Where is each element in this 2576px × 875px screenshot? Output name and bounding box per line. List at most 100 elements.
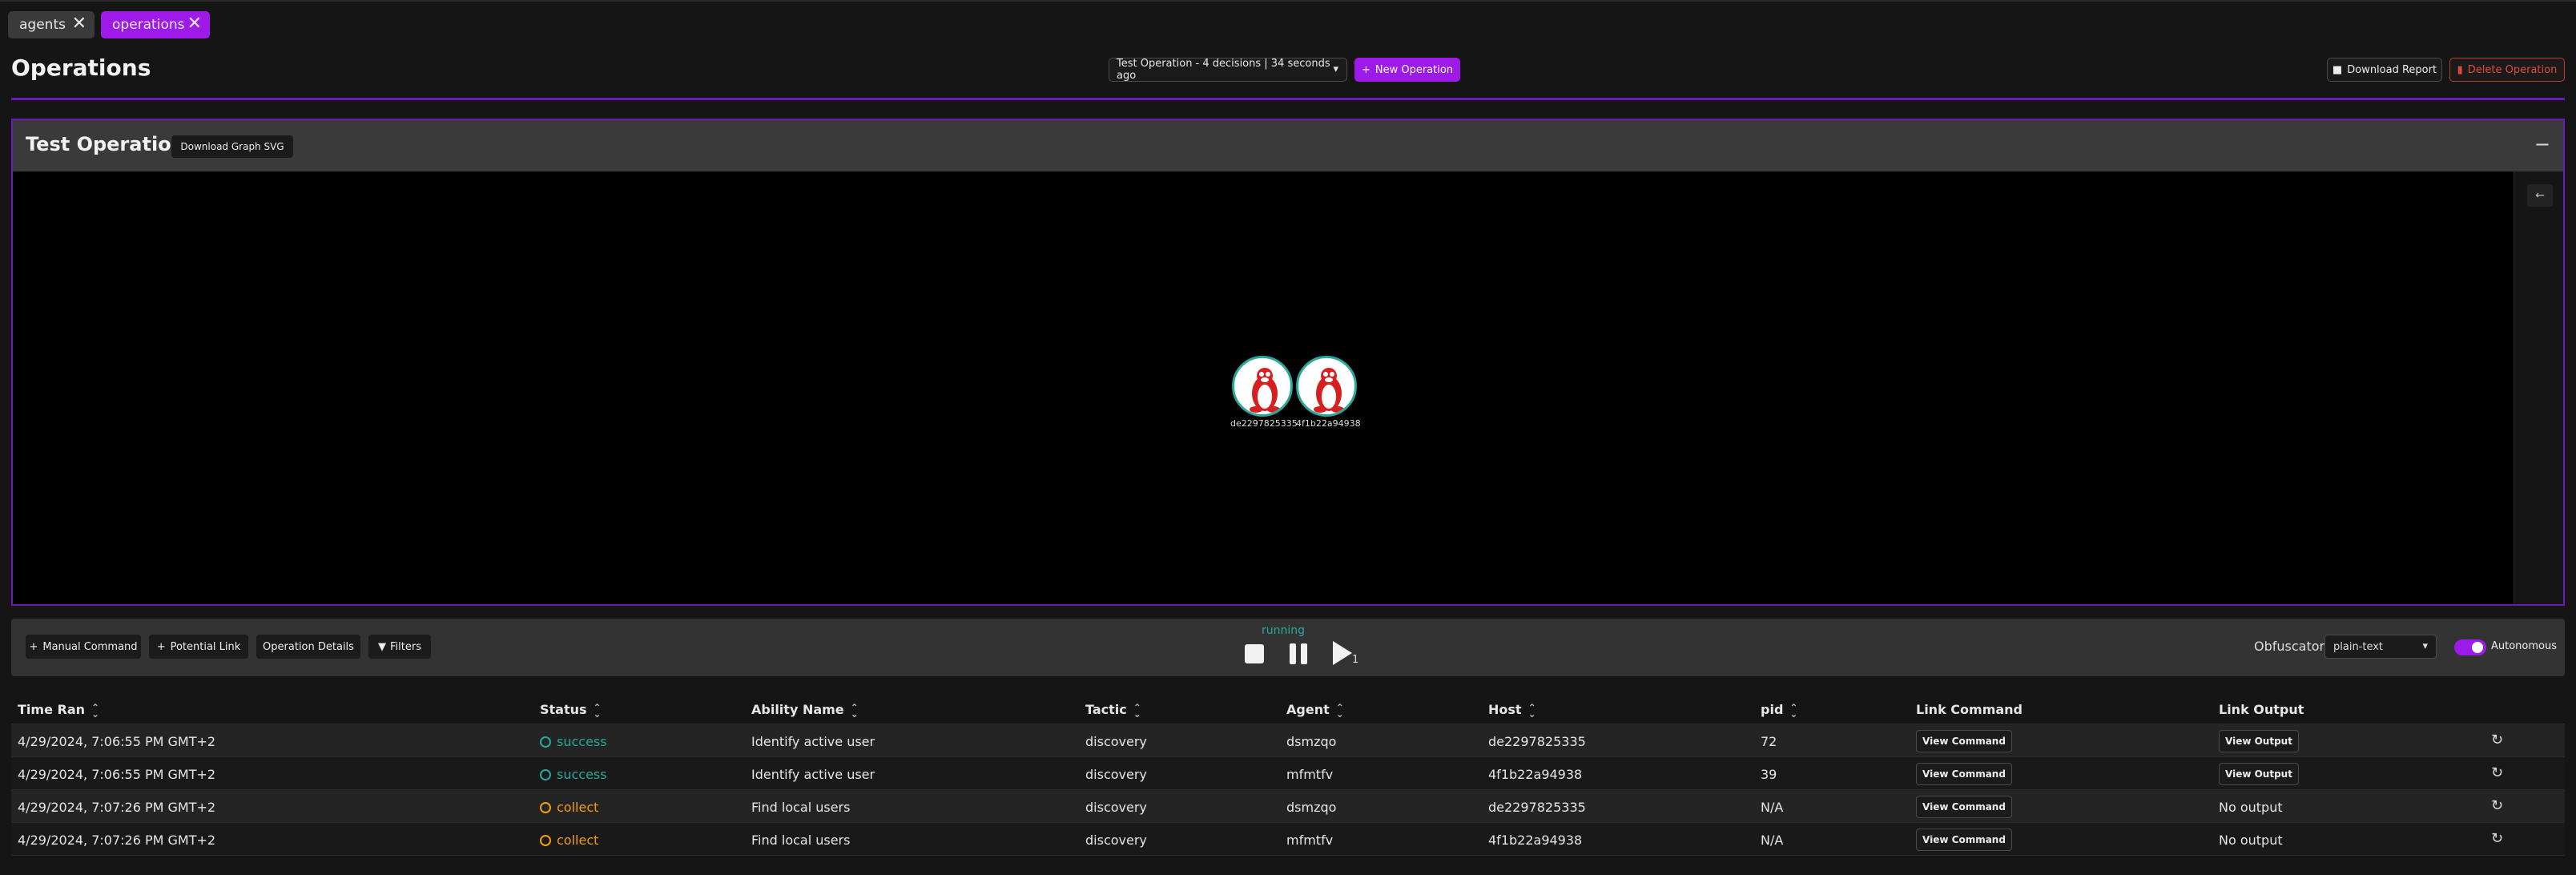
status-ring-icon bbox=[540, 801, 551, 813]
cell-host: 4f1b22a94938 bbox=[1488, 833, 1583, 848]
view-command-button[interactable]: View Command bbox=[1916, 763, 2012, 785]
obfuscator-value: plain-text bbox=[2333, 640, 2384, 653]
filters-button[interactable]: ▼ Filters bbox=[368, 635, 431, 659]
table-row[interactable]: 4/29/2024, 7:06:55 PM GMT+2 success Iden… bbox=[11, 757, 2565, 790]
tab-operations[interactable]: operations ✕ bbox=[101, 11, 210, 38]
download-report-label: Download Report bbox=[2347, 63, 2437, 76]
cell-pid: N/A bbox=[1761, 833, 1784, 848]
tab-agents[interactable]: agents ✕ bbox=[8, 11, 95, 38]
cell-ability: Find local users bbox=[751, 833, 851, 848]
download-report-button[interactable]: ■ Download Report bbox=[2327, 58, 2442, 82]
column-header-label: Agent bbox=[1286, 702, 1330, 717]
chevron-down-icon: ▾ bbox=[1333, 63, 1338, 75]
cell-agent: dsmzqo bbox=[1286, 734, 1337, 749]
autonomous-toggle[interactable] bbox=[2454, 639, 2486, 655]
view-command-button[interactable]: View Command bbox=[1916, 730, 2012, 752]
column-header-tactic[interactable]: Tactic ⌃ ⌄ bbox=[1085, 702, 1141, 719]
cell-status: success bbox=[540, 767, 607, 782]
filters-label: Filters bbox=[390, 640, 421, 653]
close-icon[interactable]: ✕ bbox=[72, 15, 87, 33]
sort-icon[interactable]: ⌃ ⌄ bbox=[1528, 703, 1536, 719]
refresh-icon[interactable]: ↻ bbox=[2491, 797, 2503, 814]
tab-operations-label: operations bbox=[112, 17, 185, 33]
status-label: collect bbox=[557, 833, 599, 848]
agent-node-label: 4f1b22a94938 bbox=[1296, 418, 1361, 429]
close-icon[interactable]: ✕ bbox=[187, 15, 202, 33]
operation-details-button[interactable]: Operation Details bbox=[256, 635, 360, 659]
operation-state: running bbox=[1262, 624, 1306, 637]
table-row[interactable]: 4/29/2024, 7:07:26 PM GMT+2 collect Find… bbox=[11, 823, 2565, 856]
view-output-button[interactable]: View Output bbox=[2219, 763, 2299, 785]
cell-agent: mfmtfv bbox=[1286, 833, 1334, 848]
potential-link-button[interactable]: + Potential Link bbox=[149, 635, 248, 659]
table-row[interactable]: 4/29/2024, 7:07:26 PM GMT+2 collect Find… bbox=[11, 790, 2565, 823]
pause-icon[interactable] bbox=[1290, 643, 1309, 664]
header-divider bbox=[11, 98, 2565, 100]
refresh-icon[interactable]: ↻ bbox=[2491, 830, 2503, 847]
cell-ability: Identify active user bbox=[751, 734, 875, 749]
agent-node[interactable] bbox=[1232, 356, 1293, 417]
manual-command-button[interactable]: + Manual Command bbox=[26, 635, 141, 659]
plus-icon: + bbox=[29, 640, 38, 653]
page-title: Operations bbox=[11, 54, 151, 81]
linux-tux-icon bbox=[1250, 368, 1280, 413]
sort-icon[interactable]: ⌃ ⌄ bbox=[851, 703, 859, 719]
plus-icon: + bbox=[156, 640, 166, 653]
cell-time: 4/29/2024, 7:07:26 PM GMT+2 bbox=[18, 833, 216, 848]
obfuscator-select[interactable]: plain-text ▾ bbox=[2324, 635, 2437, 659]
column-header-time-ran[interactable]: Time Ran ⌃ ⌄ bbox=[18, 702, 99, 719]
new-operation-button[interactable]: + New Operation bbox=[1354, 58, 1460, 82]
toggle-knob bbox=[2472, 642, 2483, 653]
graph-header: Test Operation Download Graph SVG − bbox=[13, 120, 2563, 171]
status-ring-icon bbox=[540, 834, 551, 846]
plus-icon: + bbox=[1361, 63, 1371, 76]
status-label: success bbox=[557, 734, 607, 749]
column-header-host[interactable]: Host ⌃ ⌄ bbox=[1488, 702, 1536, 719]
manual-command-label: Manual Command bbox=[42, 640, 138, 653]
play-icon[interactable] bbox=[1333, 641, 1352, 665]
view-output-button[interactable]: View Output bbox=[2219, 730, 2299, 752]
operation-graph-panel: Test Operation Download Graph SVG − de22… bbox=[11, 119, 2565, 606]
agent-node[interactable] bbox=[1296, 356, 1357, 417]
cell-status: collect bbox=[540, 833, 598, 848]
arrow-left-icon[interactable]: ← bbox=[2527, 184, 2553, 207]
column-header-ability-name[interactable]: Ability Name ⌃ ⌄ bbox=[751, 702, 859, 719]
table-row[interactable]: 4/29/2024, 7:06:55 PM GMT+2 success Iden… bbox=[11, 724, 2565, 757]
status-label: success bbox=[557, 767, 607, 782]
cell-status: success bbox=[540, 734, 607, 749]
chevron-down-icon: ▾ bbox=[2422, 640, 2428, 652]
cell-pid: N/A bbox=[1761, 800, 1784, 815]
cell-host: 4f1b22a94938 bbox=[1488, 767, 1583, 782]
download-graph-svg-button[interactable]: Download Graph SVG bbox=[171, 135, 293, 158]
stop-icon[interactable] bbox=[1245, 644, 1264, 663]
sort-icon[interactable]: ⌃ ⌄ bbox=[594, 703, 602, 719]
collapse-icon[interactable]: − bbox=[2534, 133, 2550, 155]
column-header-pid[interactable]: pid ⌃ ⌄ bbox=[1761, 702, 1797, 719]
sort-icon[interactable]: ⌃ ⌄ bbox=[1336, 703, 1344, 719]
operation-controls: + Manual Command + Potential Link Operat… bbox=[11, 619, 2565, 676]
delete-operation-button[interactable]: ▮ Delete Operation bbox=[2449, 58, 2565, 82]
tab-bar: agents ✕ operations ✕ bbox=[0, 0, 2576, 46]
cell-ability: Identify active user bbox=[751, 767, 875, 782]
table-header: Time Ran ⌃ ⌄ Status ⌃ ⌄ Ability Name ⌃ ⌄ Tacti… bbox=[11, 692, 2565, 724]
obfuscator-label: Obfuscator: bbox=[2254, 639, 2329, 654]
sort-icon[interactable]: ⌃ ⌄ bbox=[1789, 703, 1797, 719]
column-header-agent[interactable]: Agent ⌃ ⌄ bbox=[1286, 702, 1344, 719]
refresh-icon[interactable]: ↻ bbox=[2491, 764, 2503, 781]
cell-host: de2297825335 bbox=[1488, 734, 1586, 749]
sort-icon[interactable]: ⌃ ⌄ bbox=[91, 703, 99, 719]
cell-output: No output bbox=[2219, 800, 2283, 815]
view-command-button[interactable]: View Command bbox=[1916, 796, 2012, 818]
sort-icon[interactable]: ⌃ ⌄ bbox=[1133, 703, 1141, 719]
operation-select[interactable]: Test Operation - 4 decisions | 34 second… bbox=[1109, 58, 1347, 82]
linux-tux-icon bbox=[1314, 368, 1344, 413]
cell-agent: mfmtfv bbox=[1286, 767, 1334, 782]
agent-node-label: de2297825335 bbox=[1230, 418, 1298, 429]
cell-status: collect bbox=[540, 800, 598, 815]
cell-tactic: discovery bbox=[1085, 767, 1147, 782]
refresh-icon[interactable]: ↻ bbox=[2491, 732, 2503, 748]
cell-pid: 39 bbox=[1761, 767, 1777, 782]
tab-agents-label: agents bbox=[19, 17, 66, 33]
view-command-button[interactable]: View Command bbox=[1916, 829, 2012, 851]
column-header-status[interactable]: Status ⌃ ⌄ bbox=[540, 702, 602, 719]
